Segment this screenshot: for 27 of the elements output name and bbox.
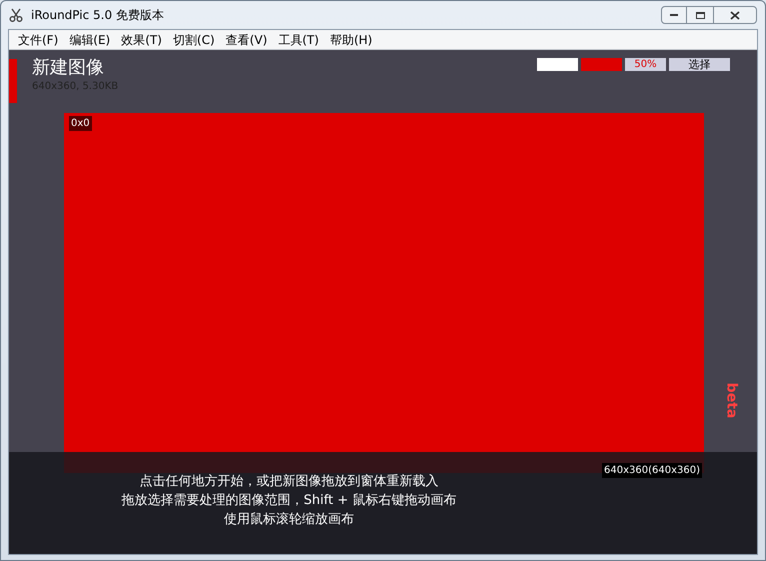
- menu-item[interactable]: 切割(C): [168, 30, 220, 48]
- close-icon: [730, 10, 740, 20]
- image-title: 新建图像: [32, 56, 105, 80]
- hint-text: 点击任何地方开始，或把新图像拖放到窗体重新载入: [140, 473, 438, 491]
- maximize-button[interactable]: [687, 6, 713, 24]
- origin-label: 0x0: [69, 116, 92, 131]
- menu-item[interactable]: 效果(T): [116, 30, 167, 48]
- menu-item[interactable]: 帮助(H): [324, 30, 378, 48]
- color-swatch[interactable]: [581, 58, 622, 71]
- window-title: iRoundPic 5.0 免费版本: [31, 7, 164, 24]
- scissors-icon: [9, 8, 23, 22]
- hint-text: 使用鼠标滚轮缩放画布: [224, 511, 354, 529]
- select-button[interactable]: 选择: [669, 58, 730, 71]
- menu-item[interactable]: 文件(F): [13, 30, 64, 48]
- color-swatch[interactable]: [537, 58, 578, 71]
- close-button[interactable]: [713, 6, 757, 24]
- menu-item[interactable]: 编辑(E): [64, 30, 116, 48]
- maximize-icon: [696, 12, 704, 18]
- menu-item[interactable]: 查看(V): [220, 30, 272, 48]
- menu-item[interactable]: 工具(T): [273, 30, 324, 48]
- minimize-button[interactable]: [661, 6, 687, 24]
- zoom-level: 50%: [625, 58, 666, 71]
- minimize-icon: [670, 14, 678, 16]
- hint-text: 拖放选择需要处理的图像范围，Shift + 鼠标右键拖动画布: [122, 492, 456, 510]
- beta-label: beta: [722, 382, 741, 418]
- accent-bar: [9, 59, 17, 103]
- size-label: 640x360(640x360): [602, 463, 702, 478]
